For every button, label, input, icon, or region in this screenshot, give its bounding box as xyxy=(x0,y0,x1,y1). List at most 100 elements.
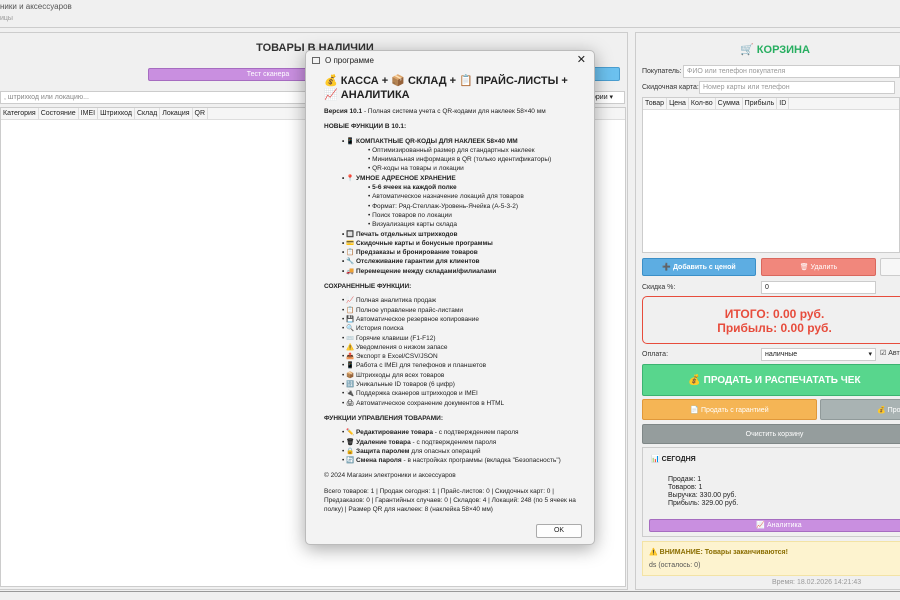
feature-item: 🔢 Уникальные ID товаров (6 цифр) xyxy=(324,380,576,389)
sell-with-warranty-button[interactable]: 📄 Продать с гарантией xyxy=(642,399,817,420)
feature-item: 🔄 Смена пароля - в настройках программы … xyxy=(324,456,576,465)
card-label: Скидочная карта: xyxy=(642,84,699,91)
feature-item: 🔍 История поиска xyxy=(324,324,576,333)
version-number: Версия 10.1 xyxy=(324,108,363,115)
window-subtitle: ники и аксессуаров xyxy=(0,2,72,11)
feature-item: 🔒 Защита паролем для опасных операций xyxy=(324,447,576,456)
today-stat: Товаров: 1 xyxy=(668,484,703,491)
new-features-list: 📱 КОМПАКТНЫЕ QR-КОДЫ ДЛЯ НАКЛЕЕК 58×40 М… xyxy=(324,137,576,276)
feature-item: Оптимизированный размер для стандартных … xyxy=(324,146,576,155)
feature-item: 💳 Скидочные карты и бонусные программы xyxy=(324,239,576,248)
feature-item: 🔌 Поддержка сканеров штрихкодов и IMEI xyxy=(324,389,576,398)
feature-name: 🔄 Смена пароля xyxy=(346,457,402,465)
buyer-label: Покупатель: xyxy=(642,68,682,75)
feature-name: 🔒 Защита паролем xyxy=(346,447,410,455)
today-stat: Продаж: 1 xyxy=(668,476,702,483)
analytics-button[interactable]: 📈 Аналитика xyxy=(649,519,900,532)
feature-item: 🔲 Печать отдельных штрихкодов xyxy=(324,230,576,239)
column-header: IMEI xyxy=(79,108,99,119)
sell-other-button[interactable]: 💰 Прода xyxy=(820,399,900,420)
payment-select[interactable]: наличные ▾ xyxy=(761,348,876,361)
auto-checkbox[interactable]: ☑ Авт xyxy=(880,349,900,357)
feature-item: 📤 Экспорт в Excel/CSV/JSON xyxy=(324,352,576,361)
manage-features-list: ✏️ Редактирование товара - с подтвержден… xyxy=(324,428,576,465)
feature-item: Поиск товаров по локации xyxy=(324,211,576,220)
profit-text: Прибыль: 0.00 руб. xyxy=(717,321,832,335)
warning-title: ⚠️ ВНИМАНИЕ: Товары заканчиваются! xyxy=(649,549,788,556)
saved-features-title: СОХРАНЕННЫЕ ФУНКЦИИ: xyxy=(324,283,412,291)
feature-item: 🔧 Отслеживание гарантии для клиентов xyxy=(324,257,576,266)
total-text: ИТОГО: 0.00 руб. xyxy=(724,307,825,321)
payment-label: Оплата: xyxy=(642,351,669,358)
feature-item: QR-коды на товары и локации xyxy=(324,164,576,173)
dialog-title: О программе xyxy=(325,55,374,65)
feature-item: 📱 КОМПАКТНЫЕ QR-КОДЫ ДЛЯ НАКЛЕЕК 58×40 М… xyxy=(324,137,576,146)
extra-button[interactable] xyxy=(880,258,900,276)
feature-item: Формат: Ряд-Стеллаж-Уровень-Ячейка (A-5-… xyxy=(324,202,576,211)
divider xyxy=(0,27,900,28)
close-icon[interactable]: ✕ xyxy=(577,53,586,66)
dialog-titlebar: О программе xyxy=(306,51,594,69)
feature-item: 5-6 ячеек на каждой полке xyxy=(324,183,576,192)
discount-input[interactable]: 0 xyxy=(761,281,876,294)
feature-item: Минимальная информация в QR (только иден… xyxy=(324,155,576,164)
column-header: Состояние xyxy=(39,108,79,119)
column-header: Кол-во xyxy=(689,98,716,109)
feature-item: 📍 УМНОЕ АДРЕСНОЕ ХРАНЕНИЕ xyxy=(324,174,576,183)
add-with-price-button[interactable]: ➕ Добавить с ценой xyxy=(642,258,756,276)
feature-item: 🗑 Удаление товара - с подтверждением пар… xyxy=(324,438,576,447)
column-header: Категория xyxy=(1,108,39,119)
version-description: - Полная система учета с QR-кодами для н… xyxy=(362,108,546,115)
card-input[interactable]: Номер карты или телефон xyxy=(699,81,895,94)
feature-name: ✏️ Редактирование товара xyxy=(346,429,433,437)
cart-table-header: Товар Цена Кол-во Сумма Прибыль ID xyxy=(643,98,899,110)
column-header: Прибыль xyxy=(743,98,778,109)
feature-item: 📱 Работа с IMEI для телефонов и планшето… xyxy=(324,361,576,370)
column-header: Цена xyxy=(667,98,689,109)
warning-item: ds (осталось: 0) xyxy=(649,562,701,569)
discount-label: Скидка %: xyxy=(642,284,676,291)
status-time: Время: 18.02.2026 14:21:43 xyxy=(772,579,862,586)
feature-item: ⌨️ Горячие клавиши (F1-F12) xyxy=(324,334,576,343)
column-header: QR xyxy=(193,108,209,119)
sell-and-print-button[interactable]: 💰 ПРОДАТЬ И РАСПЕЧАТАТЬ ЧЕК xyxy=(642,364,900,396)
today-stats: Продаж: 1 Товаров: 1 Выручка: 330.00 руб. П… xyxy=(668,476,738,508)
dialog-heading: 💰 КАССА + 📦 СКЛАД + 📋 ПРАЙС-ЛИСТЫ + 📈 АН… xyxy=(324,75,568,101)
column-header: ID xyxy=(777,98,790,109)
feature-item: 🖨 Автоматическое сохранение документов в… xyxy=(324,399,576,408)
feature-item: 📋 Предзаказы и бронирование товаров xyxy=(324,248,576,257)
feature-note: - с подтверждением пароля xyxy=(432,429,519,437)
delete-button[interactable]: 🗑 Удалить xyxy=(761,258,876,276)
today-stat: Прибыль: 329.00 руб. xyxy=(668,500,739,507)
app-icon xyxy=(312,56,320,64)
feature-note: - с подтверждением пароля xyxy=(410,438,497,446)
feature-note: для опасных операций xyxy=(409,447,481,455)
feature-item: Автоматическое назначение локаций для то… xyxy=(324,192,576,201)
feature-note: - в настройках программы (вкладка "Безоп… xyxy=(401,457,561,465)
feature-name: 🗑 Удаление товара xyxy=(346,438,411,446)
payment-value: наличные xyxy=(765,351,798,358)
feature-item: ✏️ Редактирование товара - с подтвержден… xyxy=(324,428,576,437)
saved-features-list: 📈 Полная аналитика продаж📋 Полное управл… xyxy=(324,296,576,408)
manage-features-title: ФУНКЦИИ УПРАВЛЕНИЯ ТОВАРАМИ: xyxy=(324,414,443,422)
cart-table[interactable]: Товар Цена Кол-во Сумма Прибыль ID xyxy=(642,97,900,253)
today-stat: Выручка: 330.00 руб. xyxy=(668,492,737,499)
column-header: Склад xyxy=(135,108,161,119)
today-title: 📊 СЕГОДНЯ xyxy=(651,456,696,463)
window-subtitle-2: ицы xyxy=(0,15,13,22)
about-dialog: О программе ✕ 💰 КАССА + 📦 СКЛАД + 📋 ПРАЙ… xyxy=(305,50,595,545)
cart-title: 🛒 КОРЗИНА xyxy=(740,44,810,56)
copyright: © 2024 Магазин электроники и аксессуаров xyxy=(324,472,456,480)
ok-button[interactable]: OK xyxy=(536,524,582,538)
auto-label: Авт xyxy=(888,350,900,357)
buyer-input[interactable]: ФИО или телефон покупателя xyxy=(683,65,900,78)
new-features-title: НОВЫЕ ФУНКЦИИ В 10.1: xyxy=(324,123,407,131)
feature-item: 💾 Автоматическое резервное копирование xyxy=(324,315,576,324)
low-stock-warning: ⚠️ ВНИМАНИЕ: Товары заканчиваются! ds (о… xyxy=(642,541,900,576)
column-header: Сумма xyxy=(716,98,743,109)
feature-item: 📈 Полная аналитика продаж xyxy=(324,296,576,305)
total-box: ИТОГО: 0.00 руб. Прибыль: 0.00 руб. xyxy=(642,296,900,344)
version-line: Версия 10.1 - Полная система учета с QR-… xyxy=(324,107,576,116)
clear-cart-button[interactable]: Очистить корзину xyxy=(642,424,900,444)
stats-summary: Всего товаров: 1 | Продаж сегодня: 1 | П… xyxy=(324,487,576,514)
